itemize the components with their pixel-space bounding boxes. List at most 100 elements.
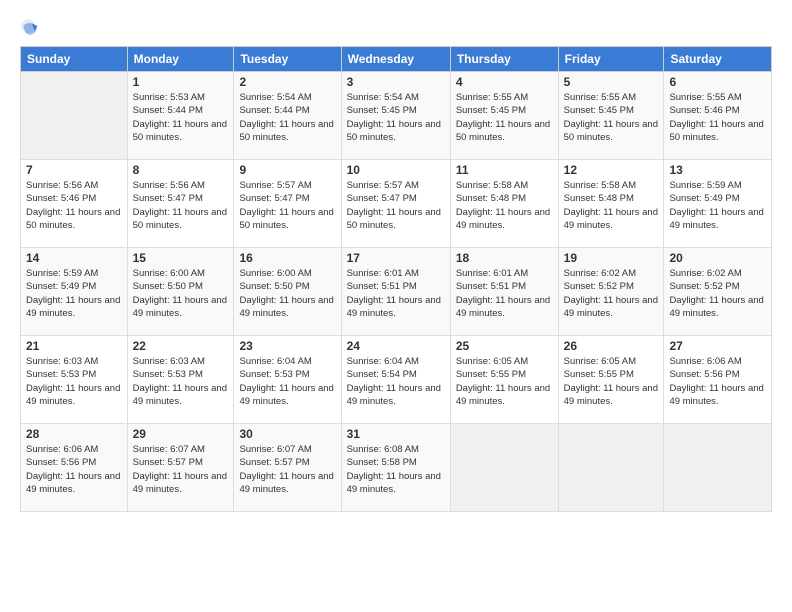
day-number: 22 [133, 339, 229, 353]
day-number: 11 [456, 163, 553, 177]
day-number: 2 [239, 75, 335, 89]
day-detail: Sunrise: 6:06 AMSunset: 5:56 PMDaylight:… [26, 444, 120, 495]
day-detail: Sunrise: 6:07 AMSunset: 5:57 PMDaylight:… [133, 444, 227, 495]
day-detail: Sunrise: 5:58 AMSunset: 5:48 PMDaylight:… [564, 180, 658, 231]
calendar-cell [664, 424, 772, 512]
day-number: 26 [564, 339, 659, 353]
day-detail: Sunrise: 5:55 AMSunset: 5:45 PMDaylight:… [456, 92, 550, 143]
calendar-cell: 11 Sunrise: 5:58 AMSunset: 5:48 PMDaylig… [450, 160, 558, 248]
day-number: 4 [456, 75, 553, 89]
page: SundayMondayTuesdayWednesdayThursdayFrid… [0, 0, 792, 522]
calendar-cell: 20 Sunrise: 6:02 AMSunset: 5:52 PMDaylig… [664, 248, 772, 336]
day-detail: Sunrise: 5:58 AMSunset: 5:48 PMDaylight:… [456, 180, 550, 231]
calendar-cell [450, 424, 558, 512]
day-number: 27 [669, 339, 766, 353]
day-number: 24 [347, 339, 445, 353]
calendar-cell: 5 Sunrise: 5:55 AMSunset: 5:45 PMDayligh… [558, 72, 664, 160]
week-row-1: 1 Sunrise: 5:53 AMSunset: 5:44 PMDayligh… [21, 72, 772, 160]
week-row-3: 14 Sunrise: 5:59 AMSunset: 5:49 PMDaylig… [21, 248, 772, 336]
calendar-cell: 24 Sunrise: 6:04 AMSunset: 5:54 PMDaylig… [341, 336, 450, 424]
calendar-cell [21, 72, 128, 160]
day-number: 13 [669, 163, 766, 177]
day-number: 12 [564, 163, 659, 177]
calendar-cell: 8 Sunrise: 5:56 AMSunset: 5:47 PMDayligh… [127, 160, 234, 248]
day-detail: Sunrise: 5:53 AMSunset: 5:44 PMDaylight:… [133, 92, 227, 143]
calendar-cell: 2 Sunrise: 5:54 AMSunset: 5:44 PMDayligh… [234, 72, 341, 160]
calendar-cell: 12 Sunrise: 5:58 AMSunset: 5:48 PMDaylig… [558, 160, 664, 248]
calendar-cell: 25 Sunrise: 6:05 AMSunset: 5:55 PMDaylig… [450, 336, 558, 424]
day-header-tuesday: Tuesday [234, 47, 341, 72]
calendar-cell: 19 Sunrise: 6:02 AMSunset: 5:52 PMDaylig… [558, 248, 664, 336]
day-header-friday: Friday [558, 47, 664, 72]
calendar-cell: 14 Sunrise: 5:59 AMSunset: 5:49 PMDaylig… [21, 248, 128, 336]
week-row-4: 21 Sunrise: 6:03 AMSunset: 5:53 PMDaylig… [21, 336, 772, 424]
day-detail: Sunrise: 5:57 AMSunset: 5:47 PMDaylight:… [239, 180, 333, 231]
calendar-cell: 28 Sunrise: 6:06 AMSunset: 5:56 PMDaylig… [21, 424, 128, 512]
day-number: 30 [239, 427, 335, 441]
day-number: 18 [456, 251, 553, 265]
day-header-thursday: Thursday [450, 47, 558, 72]
calendar-cell: 3 Sunrise: 5:54 AMSunset: 5:45 PMDayligh… [341, 72, 450, 160]
week-row-2: 7 Sunrise: 5:56 AMSunset: 5:46 PMDayligh… [21, 160, 772, 248]
calendar-cell: 7 Sunrise: 5:56 AMSunset: 5:46 PMDayligh… [21, 160, 128, 248]
logo [20, 18, 42, 38]
calendar-cell: 13 Sunrise: 5:59 AMSunset: 5:49 PMDaylig… [664, 160, 772, 248]
day-number: 1 [133, 75, 229, 89]
day-detail: Sunrise: 6:04 AMSunset: 5:54 PMDaylight:… [347, 356, 441, 407]
day-detail: Sunrise: 5:55 AMSunset: 5:45 PMDaylight:… [564, 92, 658, 143]
logo-icon [20, 18, 40, 38]
day-header-monday: Monday [127, 47, 234, 72]
day-detail: Sunrise: 6:00 AMSunset: 5:50 PMDaylight:… [239, 268, 333, 319]
day-number: 14 [26, 251, 122, 265]
header [20, 18, 772, 38]
day-detail: Sunrise: 6:07 AMSunset: 5:57 PMDaylight:… [239, 444, 333, 495]
calendar-cell: 21 Sunrise: 6:03 AMSunset: 5:53 PMDaylig… [21, 336, 128, 424]
day-detail: Sunrise: 6:02 AMSunset: 5:52 PMDaylight:… [669, 268, 763, 319]
day-number: 16 [239, 251, 335, 265]
day-number: 7 [26, 163, 122, 177]
day-detail: Sunrise: 6:00 AMSunset: 5:50 PMDaylight:… [133, 268, 227, 319]
calendar-cell: 9 Sunrise: 5:57 AMSunset: 5:47 PMDayligh… [234, 160, 341, 248]
calendar-cell: 1 Sunrise: 5:53 AMSunset: 5:44 PMDayligh… [127, 72, 234, 160]
day-detail: Sunrise: 5:54 AMSunset: 5:45 PMDaylight:… [347, 92, 441, 143]
day-header-wednesday: Wednesday [341, 47, 450, 72]
day-detail: Sunrise: 5:56 AMSunset: 5:47 PMDaylight:… [133, 180, 227, 231]
day-detail: Sunrise: 6:03 AMSunset: 5:53 PMDaylight:… [26, 356, 120, 407]
calendar-cell: 29 Sunrise: 6:07 AMSunset: 5:57 PMDaylig… [127, 424, 234, 512]
day-detail: Sunrise: 6:02 AMSunset: 5:52 PMDaylight:… [564, 268, 658, 319]
day-number: 29 [133, 427, 229, 441]
day-number: 5 [564, 75, 659, 89]
day-detail: Sunrise: 6:05 AMSunset: 5:55 PMDaylight:… [456, 356, 550, 407]
calendar-cell: 18 Sunrise: 6:01 AMSunset: 5:51 PMDaylig… [450, 248, 558, 336]
calendar-cell: 22 Sunrise: 6:03 AMSunset: 5:53 PMDaylig… [127, 336, 234, 424]
calendar-header-row: SundayMondayTuesdayWednesdayThursdayFrid… [21, 47, 772, 72]
day-number: 20 [669, 251, 766, 265]
calendar-cell: 26 Sunrise: 6:05 AMSunset: 5:55 PMDaylig… [558, 336, 664, 424]
day-number: 28 [26, 427, 122, 441]
day-number: 19 [564, 251, 659, 265]
day-number: 6 [669, 75, 766, 89]
calendar-cell: 10 Sunrise: 5:57 AMSunset: 5:47 PMDaylig… [341, 160, 450, 248]
week-row-5: 28 Sunrise: 6:06 AMSunset: 5:56 PMDaylig… [21, 424, 772, 512]
calendar-cell: 6 Sunrise: 5:55 AMSunset: 5:46 PMDayligh… [664, 72, 772, 160]
day-detail: Sunrise: 5:54 AMSunset: 5:44 PMDaylight:… [239, 92, 333, 143]
day-number: 9 [239, 163, 335, 177]
day-detail: Sunrise: 6:03 AMSunset: 5:53 PMDaylight:… [133, 356, 227, 407]
calendar-cell: 27 Sunrise: 6:06 AMSunset: 5:56 PMDaylig… [664, 336, 772, 424]
day-number: 3 [347, 75, 445, 89]
day-detail: Sunrise: 5:59 AMSunset: 5:49 PMDaylight:… [26, 268, 120, 319]
calendar-cell: 16 Sunrise: 6:00 AMSunset: 5:50 PMDaylig… [234, 248, 341, 336]
day-number: 17 [347, 251, 445, 265]
day-detail: Sunrise: 5:57 AMSunset: 5:47 PMDaylight:… [347, 180, 441, 231]
calendar-cell: 4 Sunrise: 5:55 AMSunset: 5:45 PMDayligh… [450, 72, 558, 160]
day-detail: Sunrise: 6:04 AMSunset: 5:53 PMDaylight:… [239, 356, 333, 407]
calendar-cell: 31 Sunrise: 6:08 AMSunset: 5:58 PMDaylig… [341, 424, 450, 512]
day-number: 10 [347, 163, 445, 177]
day-number: 31 [347, 427, 445, 441]
day-detail: Sunrise: 5:55 AMSunset: 5:46 PMDaylight:… [669, 92, 763, 143]
day-detail: Sunrise: 5:59 AMSunset: 5:49 PMDaylight:… [669, 180, 763, 231]
day-number: 15 [133, 251, 229, 265]
calendar-cell: 17 Sunrise: 6:01 AMSunset: 5:51 PMDaylig… [341, 248, 450, 336]
day-number: 21 [26, 339, 122, 353]
day-number: 25 [456, 339, 553, 353]
